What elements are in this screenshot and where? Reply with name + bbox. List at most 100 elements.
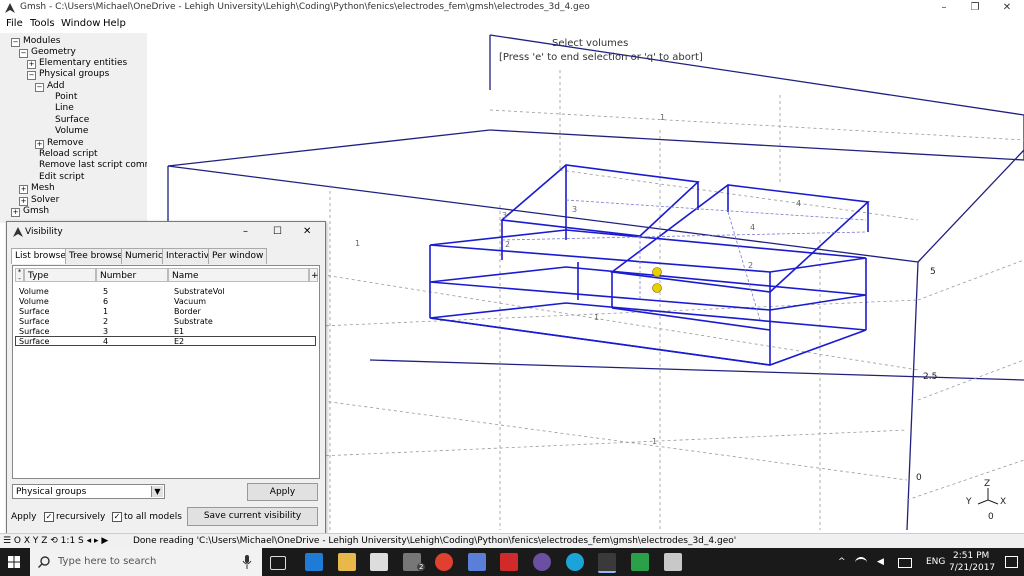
axis-label-0b: 0 [988,512,994,522]
column-type[interactable]: Type [24,268,96,282]
app-icon[interactable] [566,553,584,571]
menu-file[interactable]: File [6,18,23,29]
column-number[interactable]: Number [96,268,168,282]
row-name[interactable]: Substrate [174,317,213,326]
clock-date[interactable]: 7/21/2017 [949,563,995,573]
tree-edit-script[interactable]: Edit script [39,172,84,182]
menu-window[interactable]: Window [61,18,100,29]
vis-minimize-button[interactable]: – [243,226,248,237]
tree-line[interactable]: Line [55,103,74,113]
point-marker[interactable] [652,283,662,293]
group-type-select[interactable]: Physical groups ▼ [12,484,165,499]
all-models-checkbox[interactable]: ✓ [112,512,122,522]
tray-chevron-icon[interactable]: ^ [838,557,848,567]
language-indicator[interactable]: ENG [926,557,945,567]
tree-geometry[interactable]: Geometry [31,47,76,57]
clock-time[interactable]: 2:51 PM [953,551,989,561]
collapse-toggle[interactable]: − [27,71,36,80]
tree-modules[interactable]: Modules [23,36,60,46]
tree-add[interactable]: Add [47,81,64,91]
column-name[interactable]: Name [168,268,309,282]
menu-help[interactable]: Help [103,18,126,29]
maximize-button[interactable]: ❐ [960,0,990,16]
windows-start-icon[interactable] [8,556,20,568]
tree-surface[interactable]: Surface [55,115,89,125]
expand-toggle[interactable]: + [19,197,28,206]
visibility-list[interactable]: * - Type Number Name + Volume 5 Substrate… [12,265,320,479]
row-number[interactable]: 3 [103,327,108,336]
group-type-value: Physical groups [16,487,87,497]
tick-label: 4 [796,199,801,208]
tab-per-window[interactable]: Per window [208,248,268,264]
row-name[interactable]: E2 [174,337,184,346]
app-icon[interactable] [468,553,486,571]
wifi-icon[interactable] [855,557,867,569]
point-marker[interactable] [652,267,662,277]
row-name[interactable]: Vacuum [174,297,206,306]
task-view-icon[interactable] [270,556,286,570]
tree-mesh[interactable]: Mesh [31,183,55,193]
row-name[interactable]: SubstrateVol [174,287,225,296]
sort-toggle-icon[interactable]: * - [15,268,24,283]
collapse-toggle[interactable]: − [35,83,44,92]
expand-toggle[interactable]: + [19,185,28,194]
collapse-toggle[interactable]: − [11,38,20,47]
add-column-icon[interactable]: + [309,268,319,282]
file-explorer-icon[interactable] [338,553,356,571]
collapse-toggle[interactable]: − [19,49,28,58]
microphone-icon[interactable] [242,555,252,569]
notification-icon[interactable] [1005,556,1018,568]
expand-toggle[interactable]: + [27,60,36,69]
tab-numeric[interactable]: Numeric [121,248,167,264]
tree-point[interactable]: Point [55,92,77,102]
tree-remove-last-script[interactable]: Remove last script comm [39,160,153,170]
axis-label-0: 0 [916,473,922,483]
row-type[interactable]: Surface [19,337,49,346]
row-type[interactable]: Surface [19,327,49,336]
row-number[interactable]: 2 [103,317,108,326]
expand-toggle[interactable]: + [11,208,20,217]
app-icon[interactable] [533,553,551,571]
app-icon[interactable] [664,553,682,571]
row-number[interactable]: 1 [103,307,108,316]
row-number[interactable]: 4 [103,337,108,346]
expand-toggle[interactable]: + [35,140,44,149]
row-type[interactable]: Surface [19,307,49,316]
volume-icon[interactable]: ◀ [877,557,887,567]
tick-label: 3 [502,211,507,220]
row-number[interactable]: 6 [103,297,108,306]
chrome-icon[interactable] [435,553,453,571]
app-icon[interactable] [631,553,649,571]
taskbar-search[interactable]: Type here to search [30,548,262,576]
vis-maximize-button[interactable]: ☐ [273,226,282,237]
tree-solver[interactable]: Solver [31,195,59,205]
close-button[interactable]: ✕ [992,0,1022,16]
vis-close-button[interactable]: ✕ [303,226,311,237]
tree-elementary-entities[interactable]: Elementary entities [39,58,127,68]
row-name[interactable]: E1 [174,327,184,336]
row-number[interactable]: 5 [103,287,108,296]
chevron-down-icon[interactable]: ▼ [151,486,163,497]
gmsh-taskbar-icon[interactable] [598,553,616,573]
row-type[interactable]: Surface [19,317,49,326]
battery-icon[interactable] [898,558,912,568]
apply-button[interactable]: Apply [247,483,318,501]
acrobat-icon[interactable] [500,553,518,571]
tree-physical-groups[interactable]: Physical groups [39,69,109,79]
row-type[interactable]: Volume [19,287,49,296]
tick-label: 4 [750,223,755,232]
tree-remove[interactable]: Remove [47,138,84,148]
tree-gmsh[interactable]: Gmsh [23,206,49,216]
row-type[interactable]: Volume [19,297,49,306]
save-visibility-button[interactable]: Save current visibility [187,507,318,526]
view-controls[interactable]: ☰ O X Y Z ⟲ 1:1 S ◂ ▸ ▶ [3,536,108,546]
store-icon[interactable] [370,553,388,571]
edge-icon[interactable] [305,553,323,571]
tree-volume[interactable]: Volume [55,126,88,136]
menu-tools[interactable]: Tools [30,18,55,29]
tree-reload-script[interactable]: Reload script [39,149,98,159]
minimize-button[interactable]: – [929,0,959,16]
recursively-checkbox[interactable]: ✓ [44,512,54,522]
tick-label: 2 [748,261,753,270]
row-name[interactable]: Border [174,307,201,316]
